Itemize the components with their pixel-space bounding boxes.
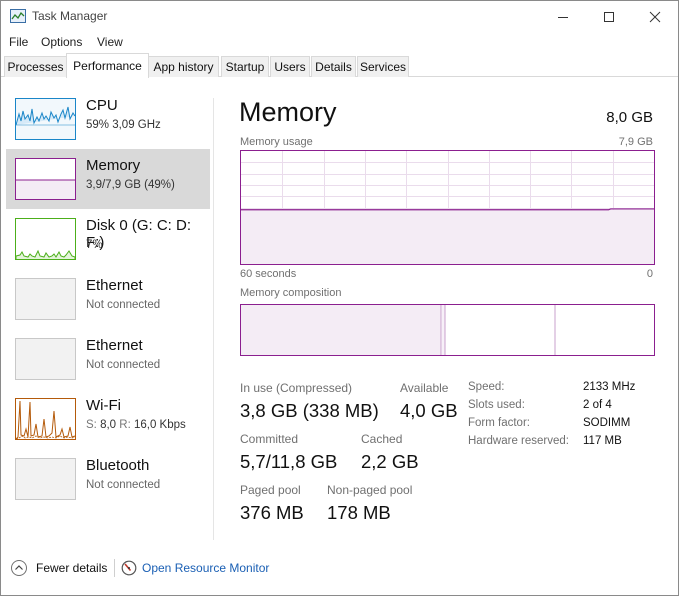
hardware-reserved-label: Hardware reserved: xyxy=(468,435,569,447)
device-bluetooth[interactable]: Bluetooth Not connected xyxy=(6,449,210,509)
cpu-usage-speed: 59% 3,09 GHz xyxy=(86,119,161,131)
ethernet-1-name: Ethernet xyxy=(86,277,143,294)
tab-performance[interactable]: Performance xyxy=(66,53,149,78)
close-button[interactable] xyxy=(632,1,678,32)
ethernet-2-thumbnail-graph xyxy=(15,338,76,380)
nonpaged-pool-label: Non-paged pool xyxy=(327,483,413,497)
tab-services[interactable]: Services xyxy=(357,56,409,77)
memory-title: Memory xyxy=(239,97,337,127)
form-factor-value: SODIMM xyxy=(583,417,631,429)
hardware-reserved-value: 117 MB xyxy=(583,435,622,447)
device-wifi[interactable]: Wi-Fi S: 8,0 R: 16,0 Kbps xyxy=(6,389,210,449)
cpu-name: CPU xyxy=(86,97,118,114)
in-use-value: 3,8 GB (338 MB) xyxy=(240,400,379,421)
paged-pool-label: Paged pool xyxy=(240,483,301,497)
memory-usage-fill xyxy=(241,209,654,264)
task-manager-app-icon xyxy=(10,9,26,23)
ethernet-2-name: Ethernet xyxy=(86,337,143,354)
ethernet-1-thumbnail-graph xyxy=(15,278,76,320)
memory-usage-graph-svg xyxy=(241,151,654,264)
chevron-up-icon[interactable] xyxy=(11,560,27,576)
maximize-button[interactable] xyxy=(586,1,632,32)
device-ethernet-2[interactable]: Ethernet Not connected xyxy=(6,329,210,389)
tab-app-history[interactable]: App history xyxy=(148,56,219,77)
wifi-receive-label: R: xyxy=(119,419,131,431)
ethernet-2-status: Not connected xyxy=(86,359,161,371)
device-cpu[interactable]: CPU 59% 3,09 GHz xyxy=(6,89,210,149)
wifi-send-label: S: xyxy=(86,419,97,431)
wifi-send-value: 8,0 xyxy=(100,419,117,431)
graph-axis-left: 60 seconds xyxy=(240,268,297,280)
composition-in-use xyxy=(241,305,441,355)
memory-total: 8,0 GB xyxy=(606,109,653,126)
form-factor-label: Form factor: xyxy=(468,417,530,429)
tab-processes[interactable]: Processes xyxy=(4,56,67,77)
wifi-thumbnail-graph xyxy=(15,398,76,440)
title-bar: Task Manager xyxy=(1,1,678,32)
device-disk-0[interactable]: Disk 0 (G: C: D: F:) 7% xyxy=(6,209,210,269)
tab-strip: Processes Performance App history Startu… xyxy=(1,53,678,78)
committed-value: 5,7/11,8 GB xyxy=(240,451,338,472)
bottom-separator xyxy=(114,559,115,577)
nonpaged-pool-value: 178 MB xyxy=(327,502,391,523)
available-value: 4,0 GB xyxy=(400,400,458,421)
tab-users[interactable]: Users xyxy=(270,56,310,77)
bluetooth-thumbnail-graph xyxy=(15,458,76,500)
memory-thumbnail-graph xyxy=(15,158,76,200)
cached-value: 2,2 GB xyxy=(361,451,419,472)
minimize-icon xyxy=(558,16,568,18)
disk-name: Disk 0 (G: C: D: F:) xyxy=(86,217,192,251)
bottom-bar: Fewer details Open Resource Monitor xyxy=(1,551,678,587)
device-memory[interactable]: Memory 3,9/7,9 GB (49%) xyxy=(6,149,210,209)
wifi-name: Wi-Fi xyxy=(86,397,121,414)
bluetooth-name: Bluetooth xyxy=(86,457,150,474)
tab-details[interactable]: Details xyxy=(311,56,356,77)
cpu-thumbnail-graph xyxy=(15,98,76,140)
memory-usage-max: 7,9 GB xyxy=(618,136,653,148)
memory-composition-label: Memory composition xyxy=(240,287,342,299)
pane-divider xyxy=(213,98,214,540)
maximize-icon xyxy=(604,11,614,22)
menu-view[interactable]: View xyxy=(97,35,123,49)
device-ethernet-1[interactable]: Ethernet Not connected xyxy=(6,269,210,329)
memory-usage-graph xyxy=(240,150,655,265)
open-resource-monitor-link[interactable]: Open Resource Monitor xyxy=(142,561,269,575)
ethernet-1-status: Not connected xyxy=(86,299,161,311)
minimize-button[interactable] xyxy=(540,1,586,32)
available-label: Available xyxy=(400,381,449,395)
task-manager-window: Task Manager File Options View Processes… xyxy=(0,0,679,596)
window-title: Task Manager xyxy=(32,9,108,23)
fewer-details-button[interactable]: Fewer details xyxy=(36,561,107,575)
bluetooth-status: Not connected xyxy=(86,479,161,491)
wifi-throughput: S: 8,0 R: 16,0 Kbps xyxy=(86,419,186,431)
disk-usage: 7% xyxy=(86,239,103,251)
memory-name: Memory xyxy=(86,157,141,174)
speed-label: Speed: xyxy=(468,381,505,393)
menu-options[interactable]: Options xyxy=(41,35,82,49)
paged-pool-value: 376 MB xyxy=(240,502,304,523)
speed-value: 2133 MHz xyxy=(583,381,636,393)
slots-used-label: Slots used: xyxy=(468,399,525,411)
disk-thumbnail-graph xyxy=(15,218,76,260)
slots-used-value: 2 of 4 xyxy=(583,399,612,411)
menu-bar: File Options View xyxy=(1,32,678,53)
resource-monitor-icon[interactable] xyxy=(121,560,137,576)
close-icon xyxy=(649,11,661,22)
device-list: CPU 59% 3,09 GHz Memory 3,9/7,9 GB (49%)… xyxy=(1,78,213,540)
graph-axis-right: 0 xyxy=(646,268,653,280)
wifi-receive-value: 16,0 Kbps xyxy=(133,419,186,431)
memory-usage-line xyxy=(241,208,654,211)
memory-usage-label: Memory usage xyxy=(240,136,313,148)
menu-file[interactable]: File xyxy=(9,35,28,49)
memory-usage-summary: 3,9/7,9 GB (49%) xyxy=(86,179,175,191)
cached-label: Cached xyxy=(361,432,403,446)
committed-label: Committed xyxy=(240,432,299,446)
tab-startup[interactable]: Startup xyxy=(221,56,269,77)
memory-composition-bar xyxy=(240,304,655,356)
in-use-label: In use (Compressed) xyxy=(240,381,353,395)
